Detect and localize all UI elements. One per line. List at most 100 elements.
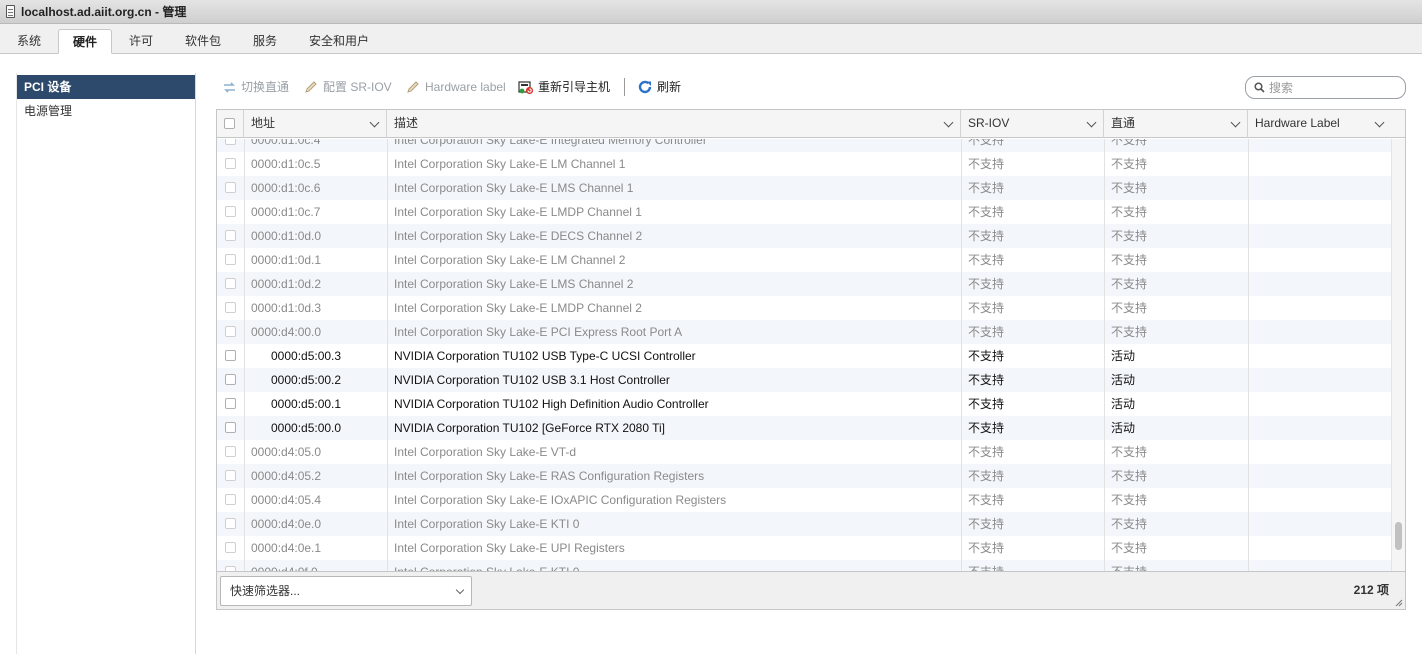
- sidebar: PCI 设备 电源管理: [16, 73, 196, 654]
- row-checkbox[interactable]: [225, 254, 236, 266]
- table-row[interactable]: 0000:d1:0c.4 Intel Corporation Sky Lake-E…: [217, 139, 1391, 152]
- row-checkbox[interactable]: [225, 206, 236, 218]
- tab-license[interactable]: 许可: [120, 29, 162, 54]
- table-row[interactable]: 0000:d4:05.0 Intel Corporation Sky Lake-E…: [217, 440, 1391, 464]
- scrollbar-thumb[interactable]: [1395, 522, 1402, 550]
- cell-address: 0000:d4:0e.0: [251, 517, 322, 531]
- select-all-checkbox[interactable]: [224, 118, 235, 129]
- table-row[interactable]: 0000:d1:0d.1 Intel Corporation Sky Lake-E…: [217, 248, 1391, 272]
- refresh-button[interactable]: 刷新: [637, 78, 681, 96]
- table-row[interactable]: 0000:d4:0e.1 Intel Corporation Sky Lake-E…: [217, 536, 1391, 560]
- cell-description: Intel Corporation Sky Lake-E UPI Registe…: [394, 541, 625, 555]
- cell-passthrough: 不支持: [1111, 277, 1148, 291]
- resize-grip-icon[interactable]: [1395, 599, 1403, 607]
- table-row[interactable]: 0000:d1:0c.5 Intel Corporation Sky Lake-E…: [217, 152, 1391, 176]
- row-checkbox[interactable]: [225, 326, 236, 338]
- tab-system[interactable]: 系统: [7, 29, 51, 54]
- column-header-passthrough[interactable]: 直通: [1104, 110, 1248, 138]
- cell-address: 0000:d4:0f.0: [251, 560, 387, 571]
- cell-description: NVIDIA Corporation TU102 [GeForce RTX 20…: [394, 421, 666, 435]
- table-row[interactable]: 0000:d4:05.2 Intel Corporation Sky Lake-E…: [217, 464, 1391, 488]
- table-row[interactable]: 0000:d5:00.1 NVIDIA Corporation TU102 Hig…: [217, 392, 1391, 416]
- table-row[interactable]: 0000:d4:0e.0 Intel Corporation Sky Lake-E…: [217, 512, 1391, 536]
- table-row[interactable]: 0000:d1:0c.7 Intel Corporation Sky Lake-E…: [217, 200, 1391, 224]
- cell-hardware-label: [1255, 488, 1385, 512]
- row-checkbox[interactable]: [225, 494, 236, 506]
- cell-passthrough: 不支持: [1111, 139, 1148, 147]
- cell-hardware-label: [1255, 560, 1385, 571]
- table-row[interactable]: 0000:d5:00.0 NVIDIA Corporation TU102 [Ge…: [217, 416, 1391, 440]
- cell-address: 0000:d4:05.4: [251, 493, 322, 507]
- configure-sriov-button[interactable]: 配置 SR-IOV: [303, 78, 392, 96]
- pci-devices-grid: 地址 描述 SR-IOV 直通 Hardware Label 0000:d1:0…: [216, 109, 1406, 610]
- tab-packages[interactable]: 软件包: [176, 29, 230, 54]
- table-row[interactable]: 0000:d5:00.3 NVIDIA Corporation TU102 USB…: [217, 344, 1391, 368]
- tab-hardware[interactable]: 硬件: [58, 29, 112, 54]
- column-header-sriov[interactable]: SR-IOV: [961, 110, 1104, 138]
- row-checkbox-cell: [217, 560, 244, 571]
- refresh-icon: [637, 79, 653, 95]
- search-box[interactable]: [1245, 76, 1406, 99]
- cell-sriov: 不支持: [968, 493, 1005, 507]
- table-row[interactable]: 0000:d1:0c.6 Intel Corporation Sky Lake-E…: [217, 176, 1391, 200]
- chevron-down-icon[interactable]: [1230, 117, 1241, 128]
- cell-address: 0000:d1:0c.6: [251, 181, 321, 195]
- chevron-down-icon[interactable]: [1374, 117, 1385, 128]
- cell-description: Intel Corporation Sky Lake-E PCI Express…: [394, 325, 683, 339]
- column-header-address[interactable]: 地址: [244, 110, 387, 138]
- cell-address: 0000:d5:00.2: [271, 373, 342, 387]
- row-checkbox[interactable]: [225, 139, 236, 146]
- tab-services[interactable]: 服务: [244, 29, 286, 54]
- table-row[interactable]: 0000:d4:05.4 Intel Corporation Sky Lake-E…: [217, 488, 1391, 512]
- vertical-scrollbar[interactable]: [1391, 139, 1405, 571]
- row-checkbox[interactable]: [225, 350, 236, 362]
- column-header-hardware-label-label: Hardware Label: [1255, 116, 1340, 130]
- row-checkbox[interactable]: [225, 422, 236, 434]
- row-checkbox[interactable]: [225, 182, 236, 194]
- row-checkbox-cell: [217, 320, 244, 344]
- quick-filter-select[interactable]: 快速筛选器...: [220, 576, 472, 606]
- row-checkbox[interactable]: [225, 158, 236, 170]
- table-row[interactable]: 0000:d5:00.2 NVIDIA Corporation TU102 USB…: [217, 368, 1391, 392]
- cell-address: 0000:d1:0d.0: [251, 229, 322, 243]
- cell-hardware-label: [1255, 440, 1385, 464]
- row-checkbox[interactable]: [225, 278, 236, 290]
- row-checkbox[interactable]: [225, 446, 236, 458]
- table-row[interactable]: 0000:d1:0d.0 Intel Corporation Sky Lake-E…: [217, 224, 1391, 248]
- chevron-down-icon[interactable]: [943, 117, 954, 128]
- table-row[interactable]: 0000:d4:0f.0 Intel Corporation Sky Lake-E…: [217, 560, 1391, 571]
- row-checkbox[interactable]: [225, 470, 236, 482]
- row-checkbox-cell: [217, 416, 244, 440]
- hardware-label-button[interactable]: Hardware label: [405, 78, 506, 96]
- cell-description: Intel Corporation Sky Lake-E Integrated …: [394, 139, 707, 147]
- search-input[interactable]: [1269, 80, 1389, 95]
- cell-hardware-label: [1255, 139, 1385, 152]
- row-checkbox[interactable]: [225, 230, 236, 242]
- sidebar-item-power-management[interactable]: 电源管理: [17, 99, 195, 123]
- row-checkbox-cell: [217, 344, 244, 368]
- row-checkbox[interactable]: [225, 542, 236, 554]
- cell-address: 0000:d4:05.2: [251, 469, 322, 483]
- column-header-description[interactable]: 描述: [387, 110, 961, 138]
- table-row[interactable]: 0000:d4:00.0 Intel Corporation Sky Lake-E…: [217, 320, 1391, 344]
- reboot-host-button[interactable]: 重新引导主机: [518, 78, 610, 96]
- row-checkbox-cell: [217, 440, 244, 464]
- row-checkbox[interactable]: [225, 374, 236, 386]
- cell-passthrough: 不支持: [1111, 301, 1148, 315]
- table-row[interactable]: 0000:d1:0d.3 Intel Corporation Sky Lake-E…: [217, 296, 1391, 320]
- chevron-down-icon[interactable]: [1086, 117, 1097, 128]
- table-row[interactable]: 0000:d1:0d.2 Intel Corporation Sky Lake-E…: [217, 272, 1391, 296]
- sidebar-item-pci-devices[interactable]: PCI 设备: [17, 75, 195, 99]
- cell-passthrough: 不支持: [1111, 517, 1148, 531]
- row-checkbox[interactable]: [225, 518, 236, 530]
- toggle-passthrough-button[interactable]: 切换直通: [221, 78, 289, 96]
- cell-hardware-label: [1255, 464, 1385, 488]
- cell-address: 0000:d4:05.0: [251, 445, 322, 459]
- column-header-hardware-label[interactable]: Hardware Label: [1248, 110, 1391, 138]
- row-checkbox[interactable]: [225, 398, 236, 410]
- cell-passthrough: 不支持: [1111, 541, 1148, 555]
- tab-security-users[interactable]: 安全和用户: [300, 29, 378, 54]
- cell-sriov: 不支持: [968, 517, 1005, 531]
- chevron-down-icon[interactable]: [369, 117, 380, 128]
- row-checkbox[interactable]: [225, 302, 236, 314]
